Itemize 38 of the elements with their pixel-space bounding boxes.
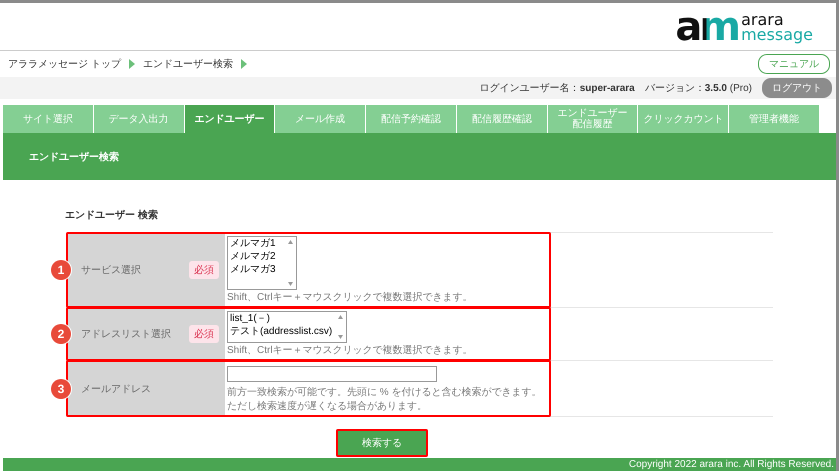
list-option[interactable]: メルマガ1 <box>230 237 285 250</box>
help-text: Shift、Ctrlキー＋マウスクリックで複数選択できます。 <box>227 345 473 357</box>
multi-select-list[interactable]: list_1(－) テスト(addresslist.csv) <box>227 311 347 343</box>
list-option[interactable]: テスト(addresslist.csv) <box>230 325 335 338</box>
nav-tab[interactable]: クリックカウント <box>638 105 728 133</box>
search-button[interactable]: 検索する <box>336 429 428 457</box>
nav-tab[interactable]: エンドユーザー 配信履歴 <box>548 105 638 133</box>
copyright-text: Copyright 2022 arara inc. All Rights Reserved. <box>628 459 834 470</box>
nav-tab[interactable]: エンドユーザー <box>184 105 274 133</box>
nav-tab[interactable]: 管理者機能 <box>729 105 820 133</box>
field-label: アドレスリスト選択 <box>81 328 171 341</box>
nav-tab[interactable]: メール作成 <box>275 105 366 133</box>
breadcrumb-link[interactable]: アララメッセージ トップ <box>8 57 121 71</box>
list-option[interactable]: メルマガ3 <box>230 263 285 276</box>
step-number: 1 <box>51 260 71 280</box>
breadcrumb-link[interactable]: エンドユーザー検索 <box>142 57 233 71</box>
logout-button[interactable]: ログアウト <box>762 78 832 98</box>
help-text: Shift、Ctrlキー＋マウスクリックで複数選択できます。 <box>227 292 473 304</box>
list-option[interactable]: list_1(－) <box>230 312 335 325</box>
step-number: 3 <box>51 378 71 398</box>
step-number: 2 <box>51 324 71 344</box>
help-text: 前方一致検索が可能です。先頭に % を付けると含む検索ができます。 <box>227 387 542 399</box>
manual-button[interactable]: マニュアル <box>758 54 830 74</box>
field-label: サービス選択 <box>81 264 141 277</box>
required-tag: 必須 <box>189 261 219 279</box>
subnav-link[interactable]: エンドユーザー検索 <box>29 150 119 164</box>
list-option[interactable]: メルマガ2 <box>230 250 285 263</box>
help-text: ただし検索速度が遅くなる場合があります。 <box>227 401 427 413</box>
nav-tab[interactable]: 配信履歴確認 <box>456 105 547 133</box>
login-user-text: ログインユーザー名：super-arara <box>480 82 635 95</box>
nav-tab[interactable]: データ入出力 <box>94 105 184 133</box>
nav-tab[interactable]: 配信予約確認 <box>366 105 456 133</box>
field-label: メールアドレス <box>81 382 151 396</box>
section-heading: エンドユーザー 検索 <box>65 208 159 222</box>
multi-select-list[interactable]: メルマガ1 メルマガ2 メルマガ3 <box>227 236 297 290</box>
version-text: バージョン：3.5.0 (Pro) <box>644 82 752 95</box>
nav-tab[interactable]: サイト選択 <box>3 105 93 133</box>
required-tag: 必須 <box>189 325 219 343</box>
